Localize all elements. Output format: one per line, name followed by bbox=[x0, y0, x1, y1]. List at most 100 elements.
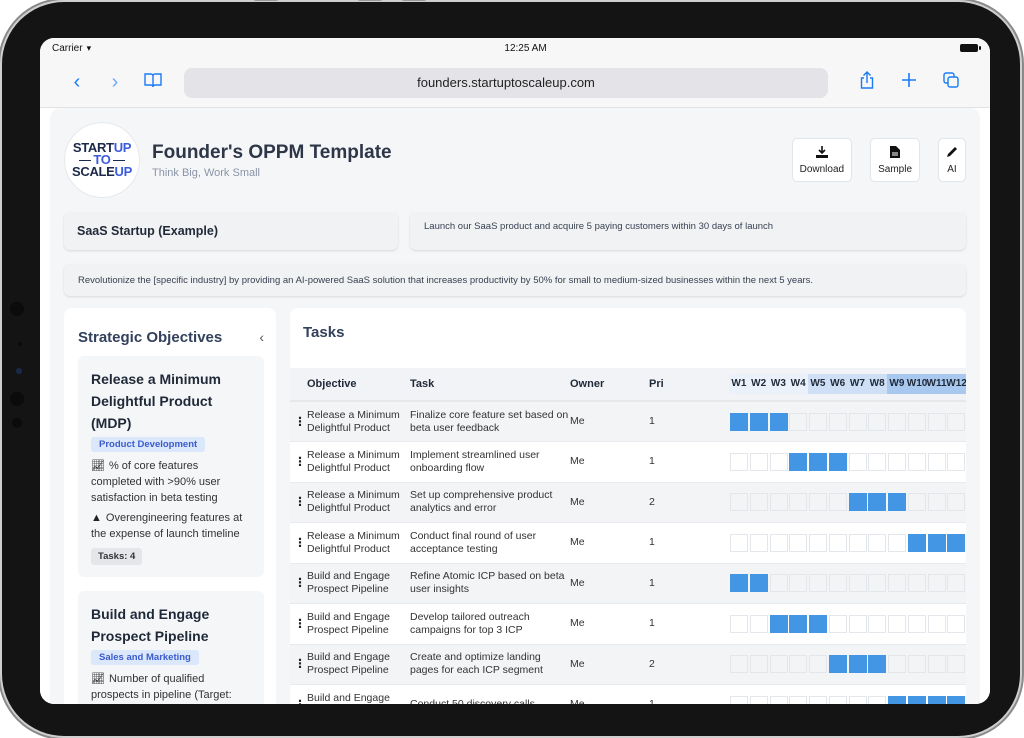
week-empty-marker[interactable] bbox=[927, 655, 946, 674]
week-cell[interactable] bbox=[907, 442, 927, 483]
week-cell[interactable] bbox=[887, 442, 907, 483]
week-cell[interactable] bbox=[749, 401, 769, 442]
week-empty-marker[interactable] bbox=[927, 493, 946, 512]
drag-handle-icon[interactable]: ⋮ bbox=[294, 495, 306, 509]
week-cell[interactable] bbox=[749, 442, 769, 483]
task-objective-cell[interactable]: ⋮Build and Engage Prospect Pipeline bbox=[290, 604, 410, 645]
project-name-field[interactable]: SaaS Startup (Example) bbox=[64, 212, 398, 250]
week-cell[interactable] bbox=[788, 644, 808, 685]
week-cell[interactable] bbox=[867, 442, 887, 483]
task-row[interactable]: ⋮ Release a Minimum Delightful Product Con… bbox=[290, 522, 966, 564]
drag-handle-icon[interactable]: ⋮ bbox=[294, 536, 306, 549]
week-cell[interactable] bbox=[749, 685, 769, 704]
week-empty-marker[interactable] bbox=[868, 574, 887, 593]
week-empty-marker[interactable] bbox=[828, 412, 847, 431]
week-empty-marker[interactable] bbox=[848, 614, 867, 633]
week-cell[interactable] bbox=[729, 523, 749, 564]
week-active-marker[interactable] bbox=[907, 695, 926, 704]
week-cell[interactable] bbox=[848, 482, 868, 523]
week-empty-marker[interactable] bbox=[828, 493, 847, 512]
week-empty-marker[interactable] bbox=[769, 574, 788, 593]
download-button[interactable]: Download bbox=[791, 138, 853, 182]
ai-button[interactable]: AI bbox=[938, 138, 966, 182]
task-priority-cell[interactable]: 1 bbox=[649, 685, 729, 704]
week-empty-marker[interactable] bbox=[769, 533, 788, 552]
task-objective-cell[interactable]: ⋮ Release a Minimum Delightful Product bbox=[290, 523, 410, 564]
week-cell[interactable] bbox=[828, 563, 848, 604]
task-name-cell[interactable]: Finalize core feature set based on beta … bbox=[410, 401, 570, 442]
week-cell[interactable] bbox=[808, 604, 828, 645]
week-cell[interactable] bbox=[887, 685, 907, 704]
week-active-marker[interactable] bbox=[947, 695, 966, 704]
task-objective-cell[interactable]: ⋮ Release a Minimum Delightful Product bbox=[290, 401, 410, 442]
week-empty-marker[interactable] bbox=[907, 574, 926, 593]
week-empty-marker[interactable] bbox=[730, 695, 748, 704]
project-goal-field[interactable]: Launch our SaaS product and acquire 5 pa… bbox=[410, 212, 966, 250]
week-cell[interactable] bbox=[729, 644, 749, 685]
week-cell[interactable] bbox=[927, 685, 947, 704]
tabs-icon[interactable] bbox=[930, 72, 972, 93]
week-cell[interactable] bbox=[927, 523, 947, 564]
task-objective-cell[interactable]: ⋮Build and Engage Prospect Pipeline bbox=[290, 563, 410, 604]
week-empty-marker[interactable] bbox=[927, 412, 946, 431]
week-cell[interactable] bbox=[788, 604, 808, 645]
task-name-cell[interactable]: Conduct 50 discovery calls bbox=[410, 685, 570, 704]
week-empty-marker[interactable] bbox=[888, 533, 906, 552]
week-empty-marker[interactable] bbox=[809, 655, 827, 674]
week-empty-marker[interactable] bbox=[769, 452, 788, 471]
week-cell[interactable] bbox=[867, 563, 887, 604]
week-empty-marker[interactable] bbox=[848, 695, 867, 704]
bookmarks-icon[interactable] bbox=[134, 71, 172, 94]
week-active-marker[interactable] bbox=[828, 452, 847, 471]
week-cell[interactable] bbox=[729, 442, 749, 483]
week-cell[interactable] bbox=[808, 401, 828, 442]
week-empty-marker[interactable] bbox=[907, 655, 926, 674]
task-priority-cell[interactable]: 1 bbox=[649, 604, 729, 645]
week-cell[interactable] bbox=[907, 644, 927, 685]
week-cell[interactable] bbox=[808, 442, 828, 483]
week-empty-marker[interactable] bbox=[888, 574, 906, 593]
week-cell[interactable] bbox=[769, 644, 789, 685]
week-cell[interactable] bbox=[808, 523, 828, 564]
week-cell[interactable] bbox=[946, 563, 966, 604]
new-tab-icon[interactable] bbox=[888, 72, 930, 93]
week-empty-marker[interactable] bbox=[868, 412, 887, 431]
week-cell[interactable] bbox=[828, 482, 848, 523]
week-cell[interactable] bbox=[729, 685, 749, 704]
share-icon[interactable] bbox=[846, 71, 888, 94]
week-cell[interactable] bbox=[788, 442, 808, 483]
week-empty-marker[interactable] bbox=[730, 614, 748, 633]
week-cell[interactable] bbox=[788, 563, 808, 604]
week-cell[interactable] bbox=[946, 604, 966, 645]
week-cell[interactable] bbox=[946, 523, 966, 564]
task-row[interactable]: ⋮Build and Engage Prospect PipelineCondu… bbox=[290, 684, 966, 704]
week-active-marker[interactable] bbox=[927, 533, 946, 552]
week-empty-marker[interactable] bbox=[789, 655, 808, 674]
week-empty-marker[interactable] bbox=[749, 533, 768, 552]
week-active-marker[interactable] bbox=[848, 655, 867, 674]
task-owner-cell[interactable]: Me bbox=[570, 685, 649, 704]
objective-card[interactable]: Release a Minimum Delightful Product (MD… bbox=[78, 356, 264, 577]
task-row[interactable]: ⋮ Release a Minimum Delightful Product Set… bbox=[290, 482, 966, 523]
week-cell[interactable] bbox=[828, 523, 848, 564]
task-owner-cell[interactable]: Me bbox=[570, 442, 649, 483]
week-empty-marker[interactable] bbox=[730, 493, 748, 512]
week-cell[interactable] bbox=[729, 604, 749, 645]
week-cell[interactable] bbox=[927, 563, 947, 604]
week-cell[interactable] bbox=[788, 482, 808, 523]
week-active-marker[interactable] bbox=[907, 533, 926, 552]
week-cell[interactable] bbox=[769, 563, 789, 604]
week-cell[interactable] bbox=[867, 482, 887, 523]
week-empty-marker[interactable] bbox=[769, 493, 788, 512]
week-empty-marker[interactable] bbox=[927, 614, 946, 633]
week-empty-marker[interactable] bbox=[749, 655, 768, 674]
week-cell[interactable] bbox=[848, 523, 868, 564]
task-objective-cell[interactable]: ⋮ Release a Minimum Delightful Product bbox=[290, 442, 410, 483]
week-cell[interactable] bbox=[769, 482, 789, 523]
task-name-cell[interactable]: Develop tailored outreach campaigns for … bbox=[410, 604, 570, 645]
week-cell[interactable] bbox=[907, 523, 927, 564]
collapse-chevron-icon[interactable]: ‹ bbox=[259, 329, 264, 345]
week-empty-marker[interactable] bbox=[947, 614, 966, 633]
week-cell[interactable] bbox=[749, 482, 769, 523]
col-priority[interactable]: Pri bbox=[649, 368, 729, 402]
